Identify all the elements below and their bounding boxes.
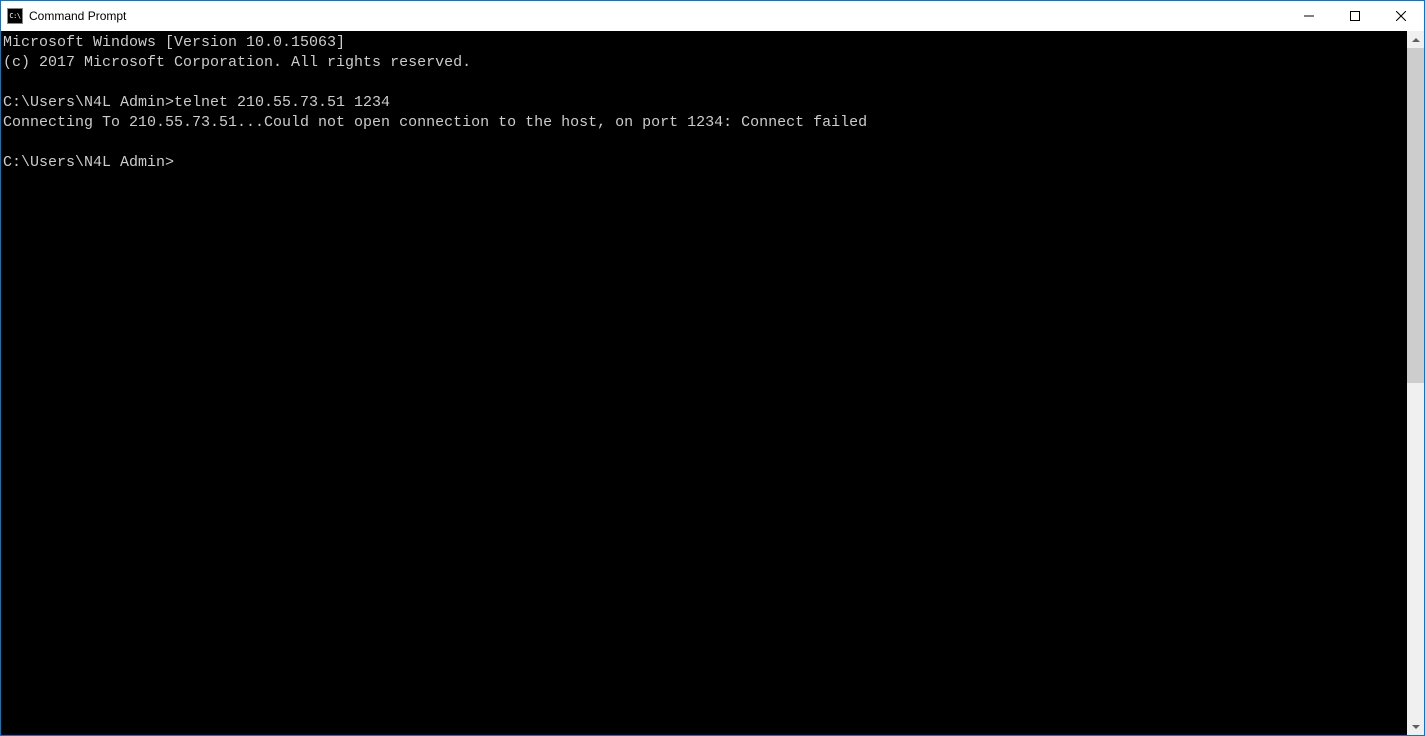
scroll-up-arrow[interactable]	[1407, 31, 1424, 48]
titlebar[interactable]: C:\ Command Prompt	[1, 1, 1424, 31]
command-prompt-window: C:\ Command Prompt Mic	[0, 0, 1425, 736]
window-title: Command Prompt	[29, 9, 126, 23]
maximize-button[interactable]	[1332, 1, 1378, 31]
minimize-icon	[1304, 11, 1314, 21]
title-left: C:\ Command Prompt	[7, 8, 126, 24]
scroll-thumb[interactable]	[1407, 48, 1424, 383]
cmd-icon: C:\	[7, 8, 23, 24]
terminal-line: C:\Users\N4L Admin>	[3, 153, 1407, 173]
maximize-icon	[1350, 11, 1360, 21]
close-icon	[1396, 11, 1406, 21]
terminal-line: C:\Users\N4L Admin>telnet 210.55.73.51 1…	[3, 93, 1407, 113]
terminal-wrapper: Microsoft Windows [Version 10.0.15063](c…	[1, 31, 1424, 735]
terminal-line: (c) 2017 Microsoft Corporation. All righ…	[3, 53, 1407, 73]
terminal-line: Microsoft Windows [Version 10.0.15063]	[3, 33, 1407, 53]
window-controls	[1286, 1, 1424, 31]
terminal-line: Connecting To 210.55.73.51...Could not o…	[3, 113, 1407, 133]
terminal-line	[3, 73, 1407, 93]
chevron-up-icon	[1412, 38, 1420, 42]
minimize-button[interactable]	[1286, 1, 1332, 31]
scroll-track[interactable]	[1407, 48, 1424, 718]
vertical-scrollbar[interactable]	[1407, 31, 1424, 735]
terminal-line	[3, 133, 1407, 153]
cmd-icon-text: C:\	[9, 13, 20, 20]
scroll-down-arrow[interactable]	[1407, 718, 1424, 735]
chevron-down-icon	[1412, 725, 1420, 729]
terminal-output[interactable]: Microsoft Windows [Version 10.0.15063](c…	[1, 31, 1407, 735]
close-button[interactable]	[1378, 1, 1424, 31]
